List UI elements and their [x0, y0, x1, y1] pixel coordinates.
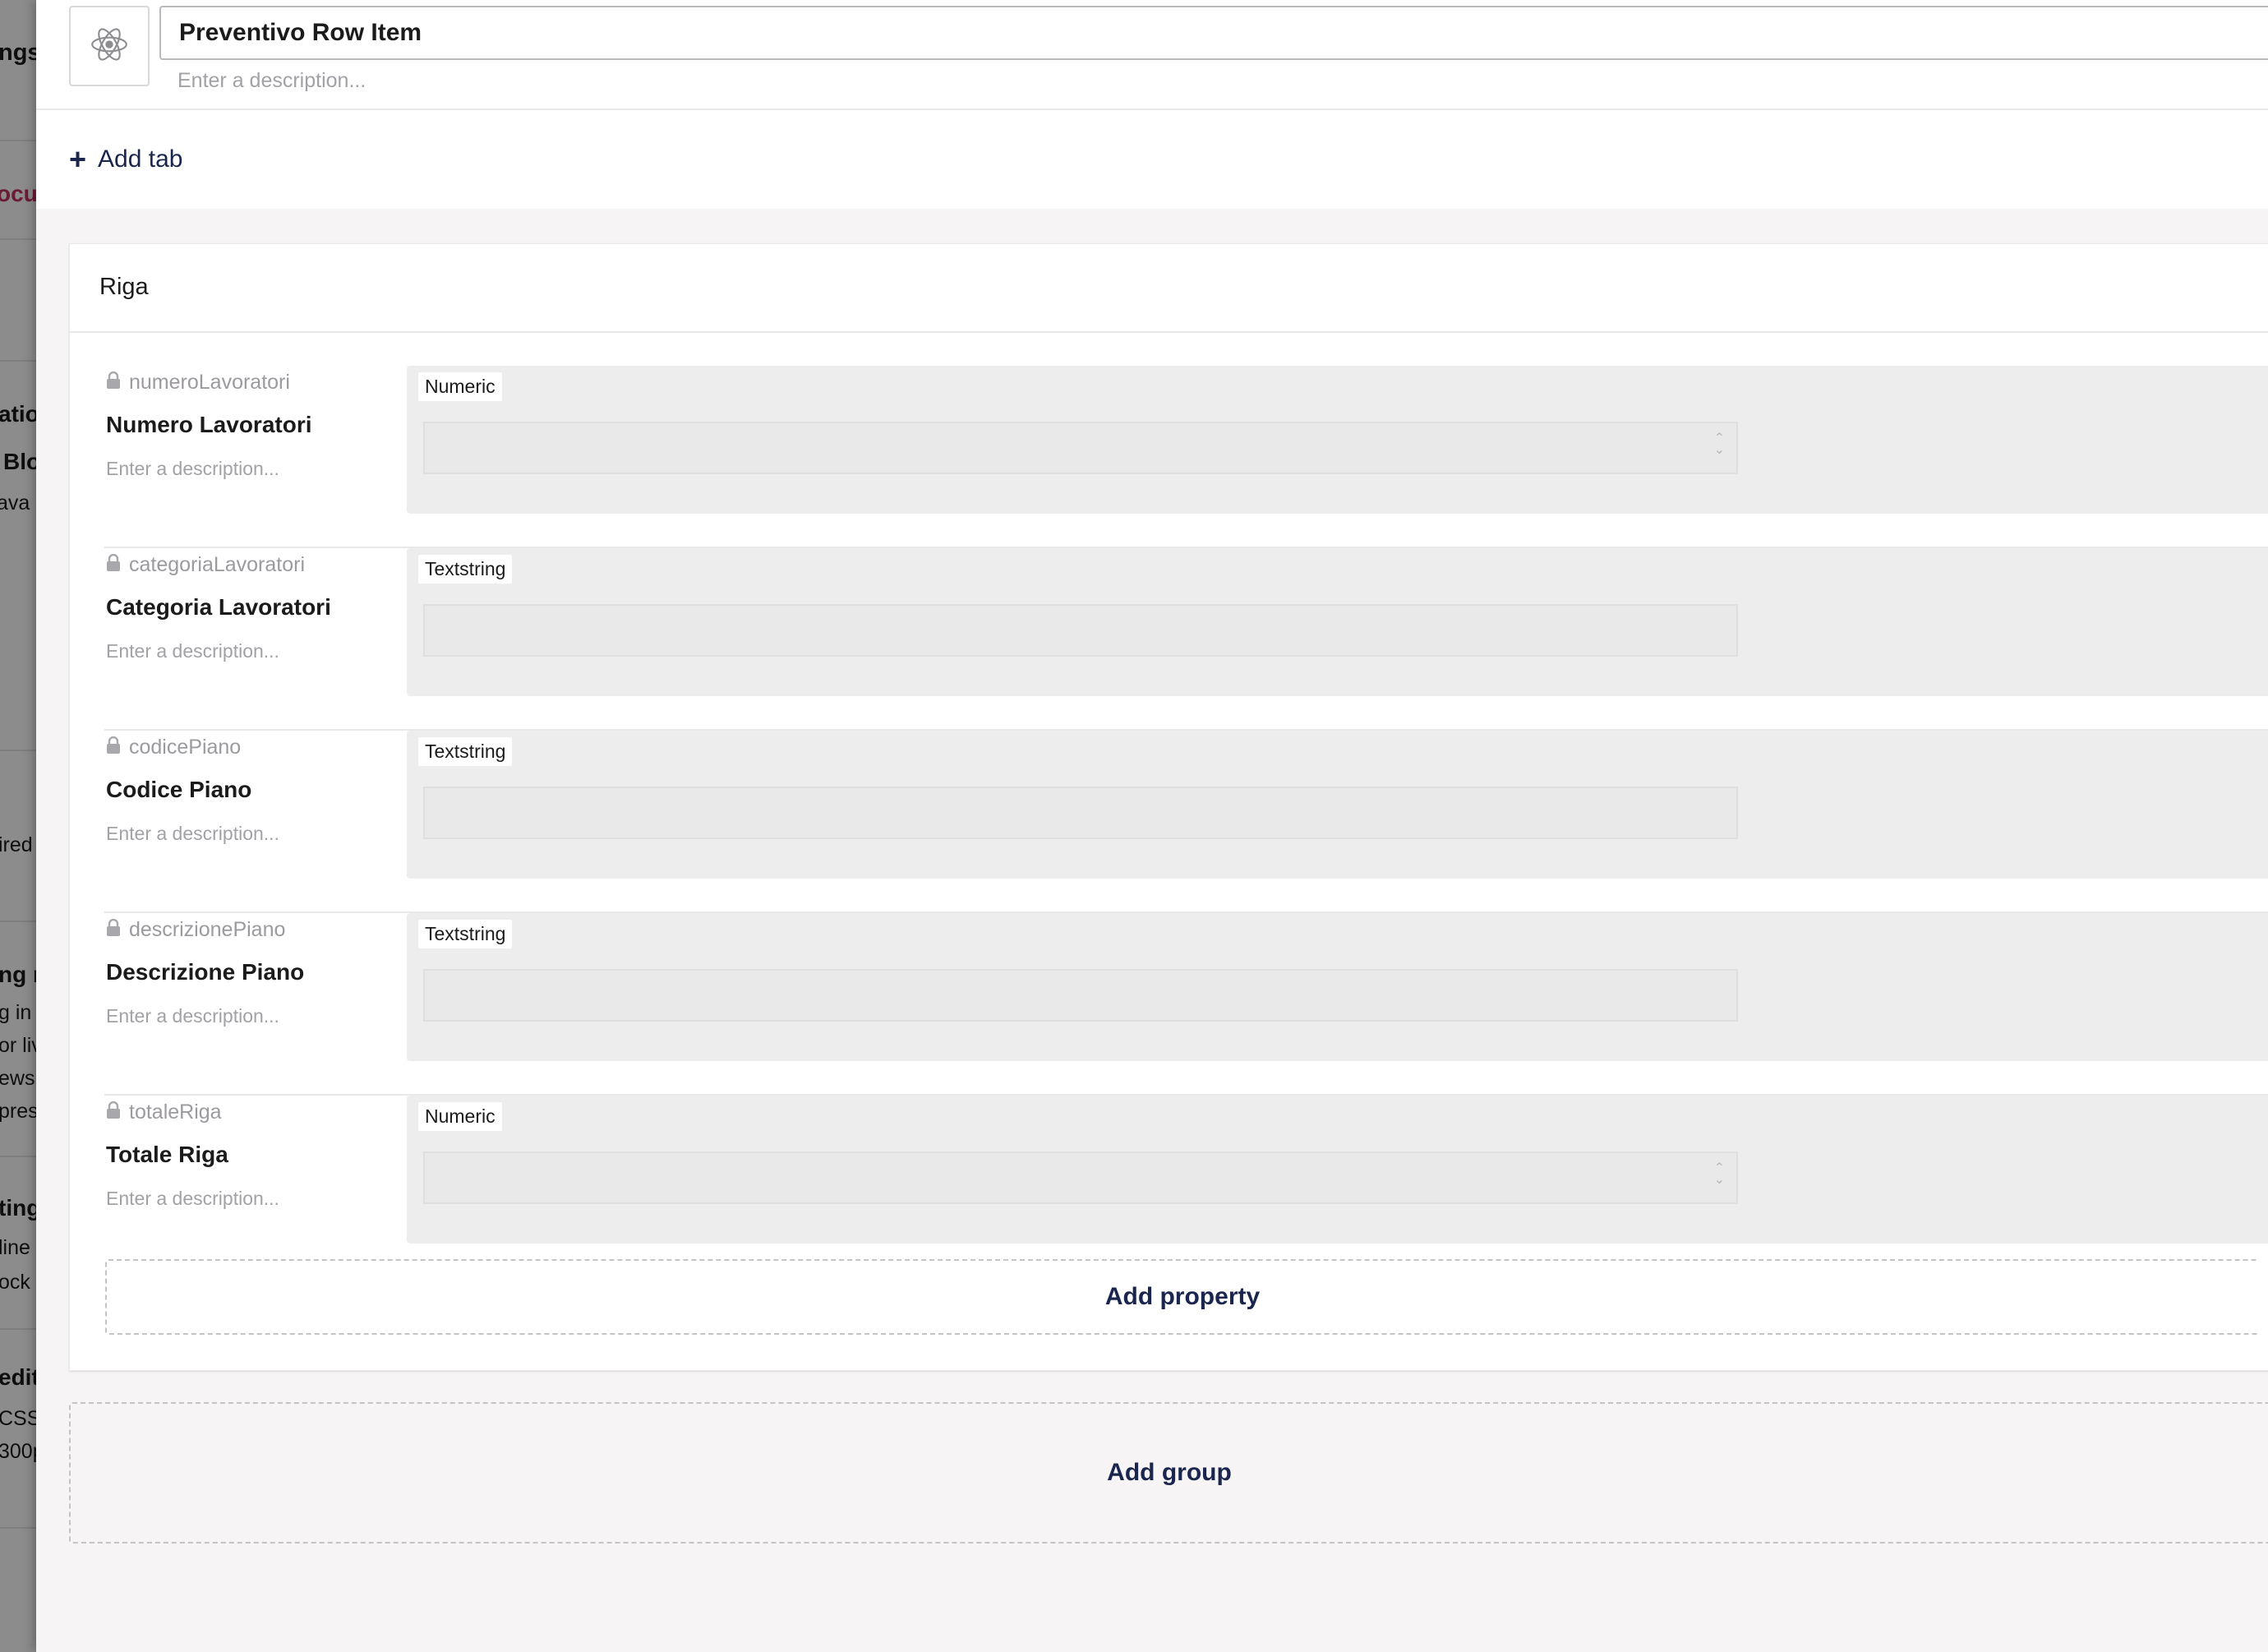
lock-icon[interactable]	[106, 918, 121, 941]
property-alias-text: numeroLavoratori	[129, 371, 290, 394]
property-row: categoriaLavoratori Categoria Lavoratori…	[104, 548, 2268, 731]
add-tab-label: Add tab	[98, 145, 183, 173]
property-label: Descrizione Piano	[106, 959, 305, 985]
lock-icon[interactable]	[106, 736, 121, 759]
property-editor-preview[interactable]: Numeric ⌃ ⌄	[407, 366, 2268, 514]
property-editor-preview[interactable]: Numeric ⌃ ⌄	[407, 1096, 2268, 1244]
property-alias: codicePiano	[106, 736, 241, 759]
numeric-input-preview: ⌃ ⌄	[423, 422, 1738, 474]
property-description-input[interactable]	[106, 637, 418, 665]
property-editor-preview[interactable]: Textstring	[407, 731, 2268, 879]
tabs-bar: + Add tab	[36, 110, 2268, 209]
document-type-editor: + Add tab Riga numeroLavoratori Numero L…	[36, 0, 2268, 1652]
group-name[interactable]: Riga	[99, 274, 149, 301]
editor-type-badge: Textstring	[418, 555, 513, 584]
lock-icon[interactable]	[106, 371, 121, 394]
property-label: Numero Lavoratori	[106, 412, 312, 437]
property-alias-text: descrizionePiano	[129, 918, 286, 941]
property-row: totaleRiga Totale Riga Numeric ⌃⌄	[104, 1096, 2268, 1276]
property-editor-preview[interactable]: Textstring	[407, 548, 2268, 696]
editor-type-badge: Numeric	[418, 1102, 502, 1131]
textstring-input-preview	[423, 787, 1738, 839]
editor-type-badge: Textstring	[418, 737, 513, 766]
property-alias-text: categoriaLavoratori	[129, 553, 306, 576]
stepper-icon: ⌃ ⌄	[1713, 431, 1725, 457]
property-label: Categoria Lavoratori	[106, 594, 331, 620]
property-description-input[interactable]	[106, 819, 418, 847]
property-alias: categoriaLavoratori	[106, 553, 305, 577]
add-group-label: Add group	[1107, 1459, 1232, 1486]
document-type-name-input[interactable]	[159, 6, 2268, 60]
add-group-button[interactable]: Add group	[69, 1402, 2268, 1544]
property-label: Totale Riga	[106, 1142, 228, 1167]
property-alias: numeroLavoratori	[106, 371, 290, 395]
property-description-input[interactable]	[106, 1002, 418, 1030]
property-row: codicePiano Codice Piano Textstring	[104, 731, 2268, 913]
textstring-input-preview	[423, 969, 1738, 1022]
property-row: numeroLavoratori Numero Lavoratori Numer…	[104, 366, 2268, 548]
plus-icon: +	[69, 142, 87, 176]
group-header: Riga	[70, 244, 2268, 333]
property-description-input[interactable]	[106, 455, 418, 482]
property-label: Codice Piano	[106, 777, 252, 802]
atom-icon	[89, 24, 130, 69]
textstring-input-preview	[423, 604, 1738, 657]
property-alias: totaleRiga	[106, 1101, 222, 1124]
lock-icon[interactable]	[106, 1101, 121, 1124]
editor-type-badge: Numeric	[418, 372, 502, 401]
add-property-label: Add property	[1104, 1283, 1261, 1310]
stepper-icon: ⌃ ⌄	[1713, 1161, 1725, 1187]
lock-icon[interactable]	[106, 553, 121, 576]
property-alias-text: codicePiano	[129, 736, 242, 759]
modal-backdrop[interactable]	[0, 0, 36, 1652]
property-editor-preview[interactable]: Textstring	[407, 913, 2268, 1061]
property-alias-text: totaleRiga	[129, 1101, 222, 1124]
property-description-input[interactable]	[106, 1184, 418, 1212]
editor-type-badge: Textstring	[418, 920, 513, 948]
add-tab-button[interactable]: + Add tab	[69, 145, 182, 174]
editor-header	[36, 0, 2268, 110]
icon-picker-button[interactable]	[69, 6, 150, 86]
property-alias: descrizionePiano	[106, 918, 285, 942]
add-property-button[interactable]: Add property	[105, 1259, 2258, 1335]
property-group: Riga numeroLavoratori Numero Lavoratori …	[69, 243, 2268, 1371]
property-row: descrizionePiano Descrizione Piano Texts…	[104, 913, 2268, 1096]
numeric-input-preview: ⌃ ⌄	[423, 1151, 1738, 1204]
document-type-description-input[interactable]	[177, 66, 1164, 95]
